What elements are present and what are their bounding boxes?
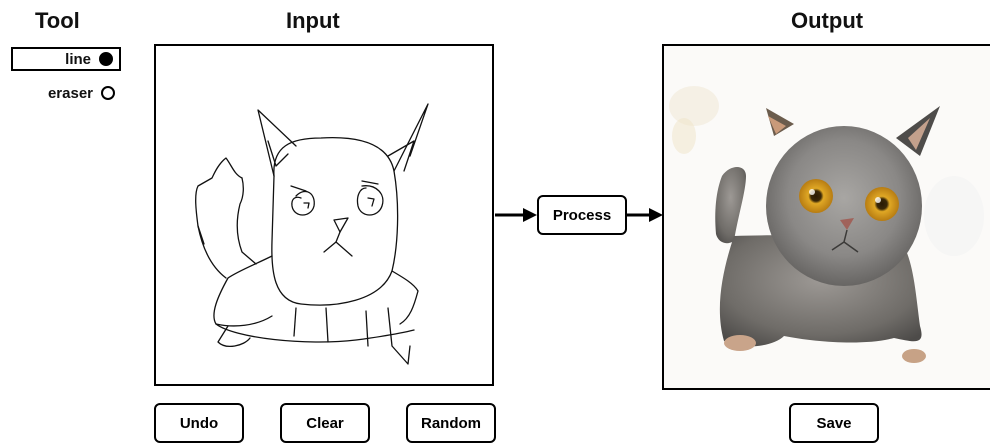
cat-tail <box>195 157 243 279</box>
tool-eraser-option[interactable]: eraser <box>11 81 121 105</box>
save-button[interactable]: Save <box>789 403 879 443</box>
clear-button[interactable]: Clear <box>280 403 370 443</box>
cat-body-left <box>213 255 273 327</box>
generated-cat-image <box>664 46 990 388</box>
cat-right-eye <box>356 185 384 216</box>
empty-circle-icon <box>101 86 115 100</box>
input-drawing-canvas[interactable] <box>154 44 494 386</box>
tool-heading: Tool <box>35 8 80 33</box>
cat-left-eye <box>291 190 315 216</box>
filled-circle-icon <box>99 52 113 66</box>
cat-right-ear <box>393 103 429 172</box>
process-button[interactable]: Process <box>537 195 627 235</box>
undo-button[interactable]: Undo <box>154 403 244 443</box>
random-button[interactable]: Random <box>406 403 496 443</box>
right-arrow-icon <box>627 208 663 222</box>
tool-line-option[interactable]: line <box>11 47 121 71</box>
input-heading: Input <box>286 8 340 33</box>
cat-sketch <box>195 103 429 365</box>
output-image <box>662 44 990 390</box>
cat-body-right <box>391 270 419 325</box>
output-heading: Output <box>791 8 864 33</box>
cat-nose <box>333 217 349 233</box>
tool-line-label: line <box>65 50 91 68</box>
right-arrow-icon <box>495 208 537 222</box>
tool-eraser-label: eraser <box>47 84 93 102</box>
